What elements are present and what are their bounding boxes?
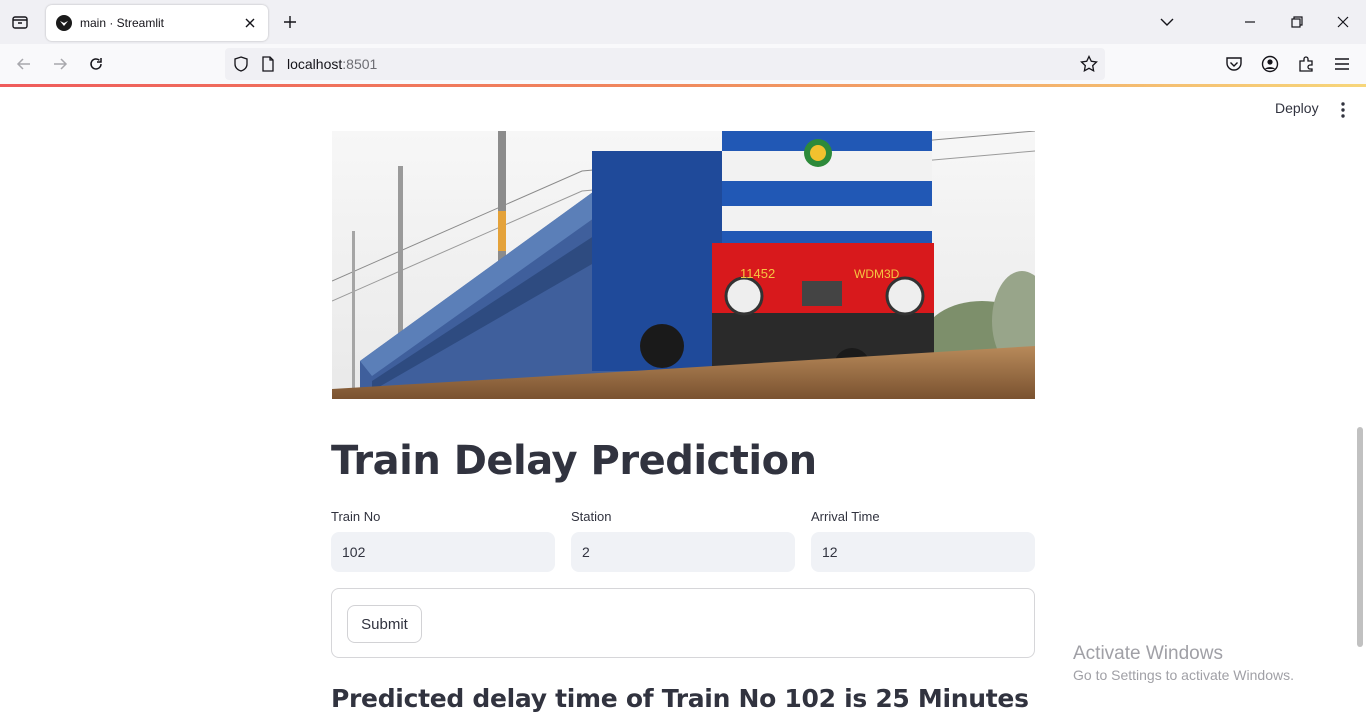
- submit-button[interactable]: Submit: [347, 605, 422, 643]
- main-menu-dots-icon[interactable]: [1332, 100, 1354, 120]
- scrollbar-thumb[interactable]: [1357, 427, 1363, 647]
- url-host: localhost: [287, 56, 343, 72]
- new-tab-icon[interactable]: [279, 11, 301, 33]
- train-no-label: Train No: [331, 509, 381, 524]
- station-label: Station: [571, 509, 612, 524]
- browser-tab-active[interactable]: main · Streamlit: [46, 5, 268, 41]
- streamlit-favicon-icon: [56, 15, 72, 31]
- restore-icon[interactable]: [1283, 8, 1311, 36]
- tab-list-icon[interactable]: [8, 10, 32, 34]
- close-tab-icon[interactable]: [242, 15, 258, 31]
- pocket-icon[interactable]: [1222, 52, 1246, 76]
- browser-tab-bar: main · Streamlit: [0, 0, 1366, 44]
- train-number-text: 11452: [740, 266, 775, 281]
- page-icon[interactable]: [259, 55, 277, 73]
- url-port: :8501: [342, 56, 378, 72]
- tab-title: main · Streamlit: [80, 16, 165, 30]
- url-text: localhost:8501: [287, 56, 377, 72]
- bookmark-star-icon[interactable]: [1080, 55, 1098, 73]
- arrival-time-input[interactable]: 12: [811, 532, 1035, 572]
- back-arrow-icon[interactable]: [12, 52, 36, 76]
- train-hero-image: 11452 WDM3D: [332, 131, 1035, 399]
- loco-mark-text: WDM3D: [854, 267, 900, 281]
- station-input[interactable]: 2: [571, 532, 795, 572]
- hamburger-menu-icon[interactable]: [1330, 52, 1354, 76]
- page-loading-bar: [0, 84, 1366, 87]
- activate-windows-watermark: Activate Windows Go to Settings to activ…: [1073, 643, 1294, 683]
- tab-overflow-chevron-icon[interactable]: [1153, 8, 1181, 36]
- extensions-icon[interactable]: [1294, 52, 1318, 76]
- watermark-title: Activate Windows: [1073, 643, 1223, 664]
- forward-arrow-icon[interactable]: [48, 52, 72, 76]
- close-window-icon[interactable]: [1329, 8, 1357, 36]
- prediction-form: Submit: [331, 588, 1035, 658]
- minimize-icon[interactable]: [1236, 8, 1264, 36]
- page-title: Train Delay Prediction: [331, 438, 817, 484]
- account-icon[interactable]: [1258, 52, 1282, 76]
- reload-icon[interactable]: [84, 52, 108, 76]
- arrival-time-label: Arrival Time: [811, 509, 880, 524]
- page-scrollbar[interactable]: [1354, 131, 1366, 716]
- url-bar[interactable]: localhost:8501: [225, 48, 1105, 80]
- train-no-input[interactable]: 102: [331, 532, 555, 572]
- watermark-subtitle: Go to Settings to activate Windows.: [1073, 667, 1294, 683]
- deploy-button[interactable]: Deploy: [1263, 98, 1331, 120]
- prediction-result: Predicted delay time of Train No 102 is …: [331, 684, 1029, 713]
- shield-icon[interactable]: [232, 55, 250, 73]
- browser-nav-bar: localhost:8501: [0, 44, 1366, 84]
